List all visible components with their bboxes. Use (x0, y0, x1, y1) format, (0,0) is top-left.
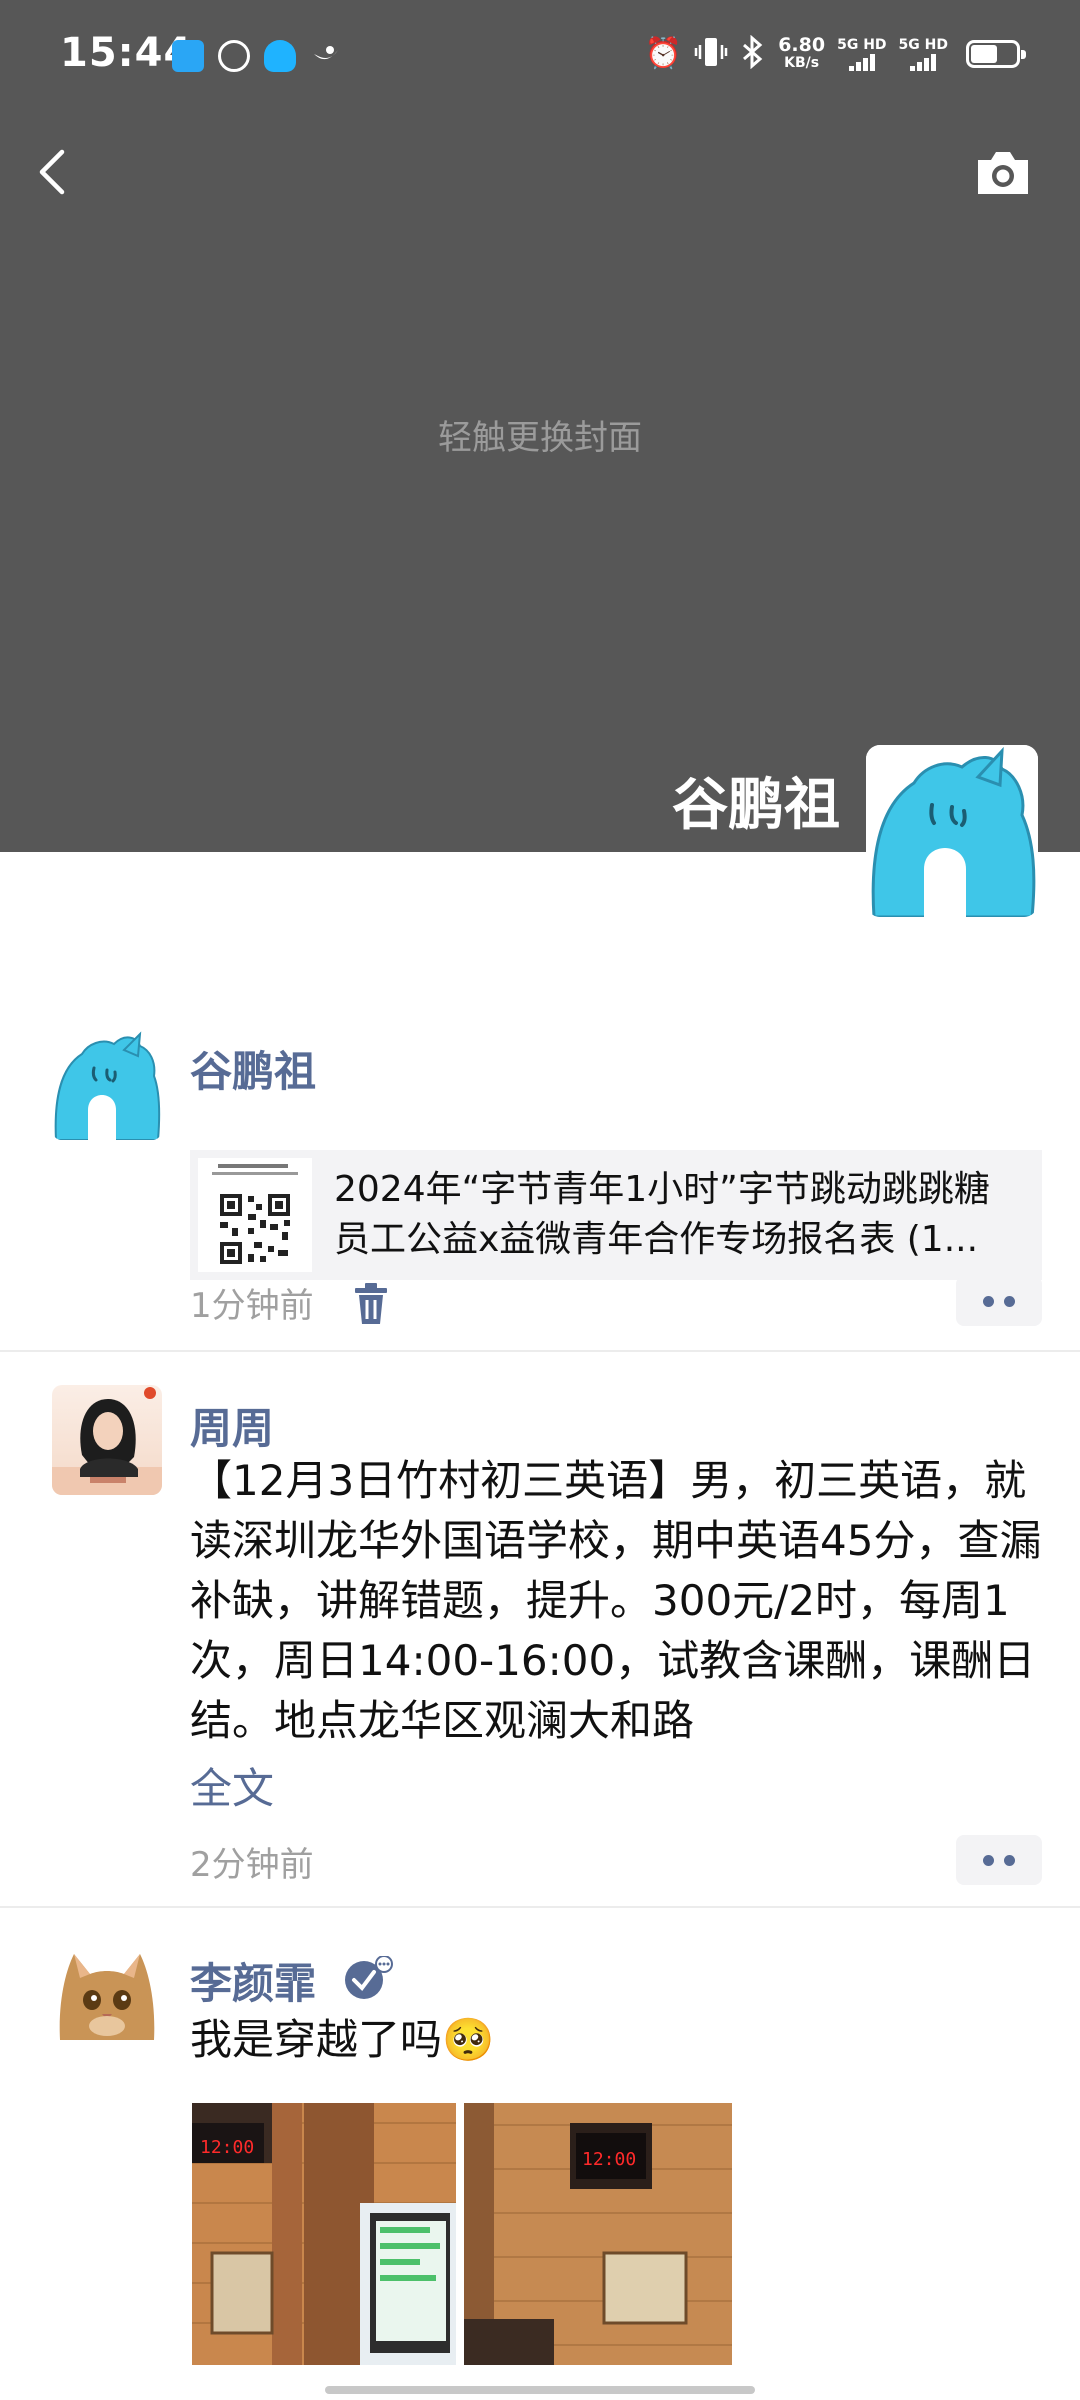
change-cover-hint[interactable]: 轻触更换封面 (0, 410, 1080, 459)
post-text: 我是穿越了吗🥺 (190, 2015, 495, 2064)
verified-badge-icon (345, 1955, 393, 1999)
person-photo-avatar-icon (52, 1385, 162, 1495)
shared-link-title: 2024年“字节青年1小时”字节跳动跳跳糖 员工公益x益微青年合作专场报名表 (… (334, 1165, 1024, 1265)
verified-badge-button[interactable] (342, 1955, 398, 2000)
post-divider (0, 1350, 1080, 1352)
classroom-photo-icon: 12:00 (464, 2103, 732, 2365)
post-photo[interactable]: 12:00 (192, 2103, 456, 2365)
network-speed-value: 6.80 (778, 34, 826, 56)
back-button[interactable] (28, 142, 78, 202)
delete-post-button[interactable] (352, 1282, 390, 1326)
more-dots-icon (983, 1295, 994, 1307)
clock-display-text: 12:00 (582, 2149, 636, 2170)
app-notification-icon (310, 40, 342, 72)
cover-image-area[interactable]: 15:44 ⏰ 6.80 KB/s 5G HD 5G HD 轻触更换封面 谷鹏祖 (0, 0, 1080, 852)
post-author[interactable]: 李颜霏 (190, 1950, 316, 2011)
post-avatar[interactable] (52, 1940, 162, 2050)
sim2-label: 5G HD (898, 37, 948, 53)
classroom-photo-icon: 12:00 (192, 2103, 456, 2365)
post-avatar[interactable] (52, 1030, 162, 1140)
network-speed-unit: KB/s (784, 55, 820, 71)
full-text-link[interactable]: 全文 (190, 1755, 274, 1816)
signal-bars-icon (910, 53, 937, 71)
alarm-icon: ⏰ (644, 36, 683, 71)
cat-photo-avatar-icon (52, 1940, 162, 2050)
home-indicator[interactable] (325, 2386, 755, 2394)
blue-creature-avatar-icon (866, 745, 1038, 917)
camera-button[interactable] (974, 148, 1032, 198)
blue-creature-avatar-icon (52, 1030, 162, 1140)
post-timestamp: 2分钟前 (190, 1845, 314, 1885)
app-notification-icon (172, 40, 204, 72)
post-avatar[interactable] (52, 1385, 162, 1495)
post-author[interactable]: 周周 (190, 1395, 274, 1456)
battery-icon (966, 40, 1026, 68)
trash-icon (355, 1283, 387, 1324)
back-arrow-icon (39, 149, 65, 195)
battery-level-fill (971, 45, 998, 63)
app-notification-icon (218, 40, 250, 72)
vibrate-icon (694, 35, 728, 73)
qq-notification-icon (264, 40, 296, 72)
post-timestamp: 1分钟前 (190, 1286, 314, 1326)
shared-link-title-line2: 员工公益x益微青年合作专场报名表 (1... (334, 1219, 979, 1260)
profile-name: 谷鹏祖 (672, 773, 840, 838)
qr-code-icon (198, 1158, 312, 1272)
bluetooth-icon (740, 34, 766, 73)
post-photo[interactable]: 12:00 (464, 2103, 732, 2365)
camera-icon (978, 152, 1028, 194)
shared-link-title-line1: 2024年“字节青年1小时”字节跳动跳跳糖 (334, 1169, 990, 1210)
shared-link-thumbnail (198, 1158, 312, 1272)
profile-avatar[interactable] (866, 745, 1038, 917)
more-dots-icon (983, 1854, 994, 1866)
status-bar: 15:44 ⏰ 6.80 KB/s 5G HD 5G HD (0, 0, 1080, 110)
signal-bars-icon (848, 53, 875, 71)
network-speed: 6.80 KB/s (778, 36, 825, 72)
post-more-button[interactable] (956, 1276, 1042, 1326)
sim1-label: 5G HD (837, 37, 887, 53)
status-right-cluster: ⏰ 6.80 KB/s 5G HD 5G HD (644, 34, 1026, 74)
post-author[interactable]: 谷鹏祖 (190, 1038, 316, 1099)
post-more-button[interactable] (956, 1835, 1042, 1885)
shared-link-card[interactable]: 2024年“字节青年1小时”字节跳动跳跳糖 员工公益x益微青年合作专场报名表 (… (190, 1150, 1042, 1280)
post-text: 【12月3日竹村初三英语】男，初三英语，就读深圳龙华外国语学校，期中英语45分，… (190, 1456, 1042, 1745)
clock-display-text: 12:00 (200, 2137, 254, 2158)
signal-sim1: 5G HD (837, 37, 887, 71)
post-divider (0, 1906, 1080, 1908)
signal-sim2: 5G HD (899, 37, 948, 71)
